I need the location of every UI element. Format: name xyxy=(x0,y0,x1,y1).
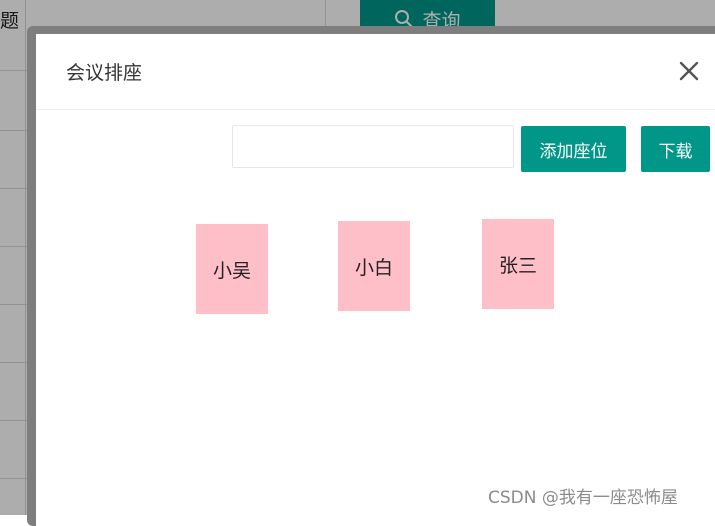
dialog-body: 会议排座 添加座位 下载 小吴 小白 张三 CSDN @我有一座恐怖屋 xyxy=(36,34,715,526)
seat-card[interactable]: 小吴 xyxy=(196,224,268,314)
add-seat-button[interactable]: 添加座位 xyxy=(521,126,626,172)
seat-card[interactable]: 张三 xyxy=(482,219,554,309)
seat-card[interactable]: 小白 xyxy=(338,221,410,311)
download-button-label: 下载 xyxy=(658,141,693,162)
dialog-header: 会议排座 xyxy=(36,34,715,110)
seat-name: 小吴 xyxy=(212,259,251,282)
dialog-title: 会议排座 xyxy=(66,62,143,84)
seat-name-input[interactable] xyxy=(232,125,514,168)
close-icon[interactable] xyxy=(678,60,700,82)
watermark-text: CSDN @我有一座恐怖屋 xyxy=(488,488,678,508)
seat-name: 张三 xyxy=(498,254,537,277)
seating-dialog: 会议排座 添加座位 下载 小吴 小白 张三 CSDN @我有一座恐怖屋 xyxy=(27,26,715,526)
add-seat-button-label: 添加座位 xyxy=(539,141,608,162)
download-button[interactable]: 下载 xyxy=(641,126,710,172)
seat-name: 小白 xyxy=(354,256,393,279)
